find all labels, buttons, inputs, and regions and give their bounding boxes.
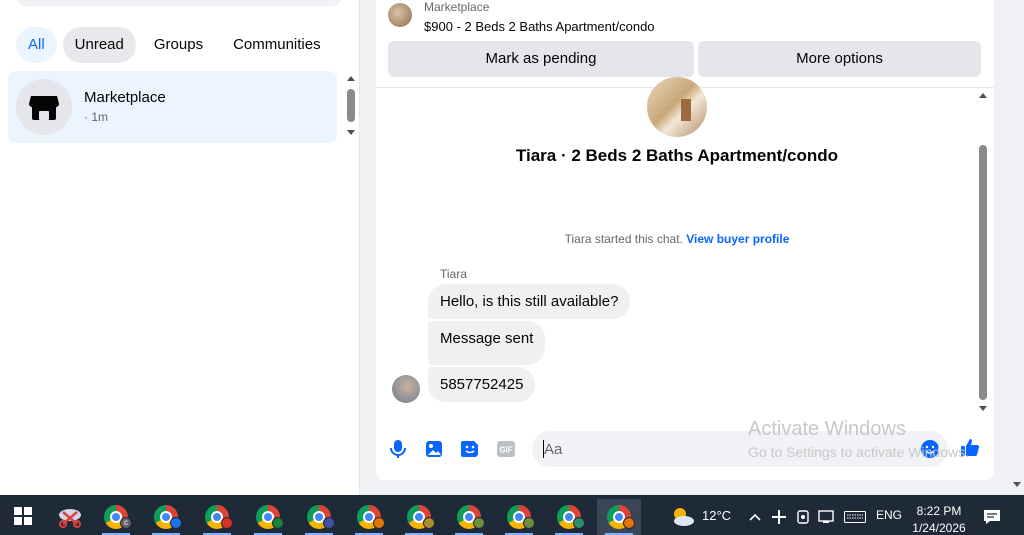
sender-avatar[interactable] [392, 375, 420, 403]
chevron-up-icon[interactable] [744, 499, 766, 535]
thread-item-marketplace[interactable]: Marketplace · 1m [8, 71, 337, 143]
filter-chips: All Unread Groups Communities [16, 27, 333, 63]
plus-icon[interactable] [768, 499, 790, 535]
language-indicator[interactable]: ENG [876, 508, 902, 522]
gif-icon[interactable]: GIF [496, 439, 516, 459]
marketplace-label: Marketplace [424, 0, 490, 14]
chrome-profile-icon[interactable] [547, 499, 591, 535]
listing-title: Tiara · 2 Beds 2 Baths Apartment/condo [515, 146, 839, 165]
photo-icon[interactable] [424, 439, 444, 459]
listing-summary[interactable]: $900 - 2 Beds 2 Baths Apartment/condo [424, 19, 655, 34]
more-options-button[interactable]: More options [698, 41, 981, 77]
filter-all[interactable]: All [16, 27, 57, 63]
windows-start-icon[interactable] [14, 507, 32, 525]
network-icon[interactable] [815, 499, 839, 535]
message-bubble[interactable]: Message sent [428, 321, 546, 365]
chrome-profile-icon[interactable] [597, 499, 641, 535]
svg-text:GIF: GIF [499, 446, 512, 455]
listing-photo[interactable] [647, 77, 707, 137]
conversation-panel: Marketplace $900 - 2 Beds 2 Baths Apartm… [376, 0, 994, 480]
filter-communities[interactable]: Communities [221, 27, 333, 63]
sticker-icon[interactable] [460, 439, 480, 459]
chrome-profile-icon[interactable] [246, 499, 290, 535]
scrollbar-thumb[interactable] [347, 89, 355, 122]
scroll-up-arrow[interactable] [347, 76, 355, 81]
thread-name: Marketplace [84, 89, 166, 106]
chrome-profile-icon[interactable] [195, 499, 239, 535]
activate-windows-watermark: Activate Windows Go to Settings to activ… [748, 418, 969, 460]
chrome-profile-icon[interactable] [397, 499, 441, 535]
filter-groups[interactable]: Groups [142, 27, 215, 63]
chrome-profile-icon[interactable] [347, 499, 391, 535]
scroll-down-arrow[interactable] [979, 406, 987, 411]
page-scroll-down-arrow[interactable] [1013, 482, 1021, 487]
message-input-placeholder: Aa [544, 441, 563, 458]
weather-temperature[interactable]: 12°C [702, 508, 731, 523]
profile-badge: c [120, 517, 132, 529]
view-buyer-profile-link[interactable]: View buyer profile [686, 232, 789, 246]
microphone-icon[interactable] [388, 439, 408, 459]
watermark-subtitle: Go to Settings to activate Windows. [748, 444, 969, 460]
scrollbar-thumb[interactable] [979, 145, 987, 400]
chat-started-text: Tiara started this chat. [564, 232, 683, 246]
filter-unread[interactable]: Unread [62, 27, 136, 63]
thread-time: · 1m [84, 110, 108, 124]
clock-date: 1/24/2026 [912, 521, 966, 535]
search-input[interactable] [16, 0, 342, 6]
weather-icon[interactable] [660, 499, 704, 535]
scroll-down-arrow[interactable] [347, 130, 355, 135]
scroll-up-arrow[interactable] [979, 93, 987, 98]
chrome-profile-icon[interactable] [497, 499, 541, 535]
message-bubble[interactable]: 5857752425 [428, 367, 536, 402]
chat-list-panel: All Unread Groups Communities Marketplac… [0, 0, 360, 495]
sender-name: Tiara [440, 267, 467, 281]
clock-time: 8:22 PM [916, 504, 962, 518]
mark-as-pending-button[interactable]: Mark as pending [388, 41, 694, 77]
system-clock[interactable]: 8:22 PM 1/24/2026 [906, 503, 972, 535]
camera-icon[interactable] [792, 499, 814, 535]
listing-thumbnail[interactable] [388, 3, 412, 27]
chrome-profile-icon[interactable] [144, 499, 188, 535]
chrome-profile-icon[interactable] [447, 499, 491, 535]
keyboard-icon[interactable] [842, 499, 868, 535]
watermark-title: Activate Windows [748, 418, 906, 440]
message-bubble[interactable]: Hello, is this still available? [428, 284, 631, 319]
marketplace-icon [16, 79, 72, 135]
notification-icon[interactable] [978, 499, 1006, 535]
chrome-profile-icon[interactable] [297, 499, 341, 535]
chrome-profile-icon[interactable]: c [94, 499, 138, 535]
snipping-tool-icon[interactable] [48, 499, 92, 535]
taskbar: c 12°C ENG [0, 495, 1024, 535]
chat-started-note: Tiara started this chat. View buyer prof… [376, 232, 978, 246]
